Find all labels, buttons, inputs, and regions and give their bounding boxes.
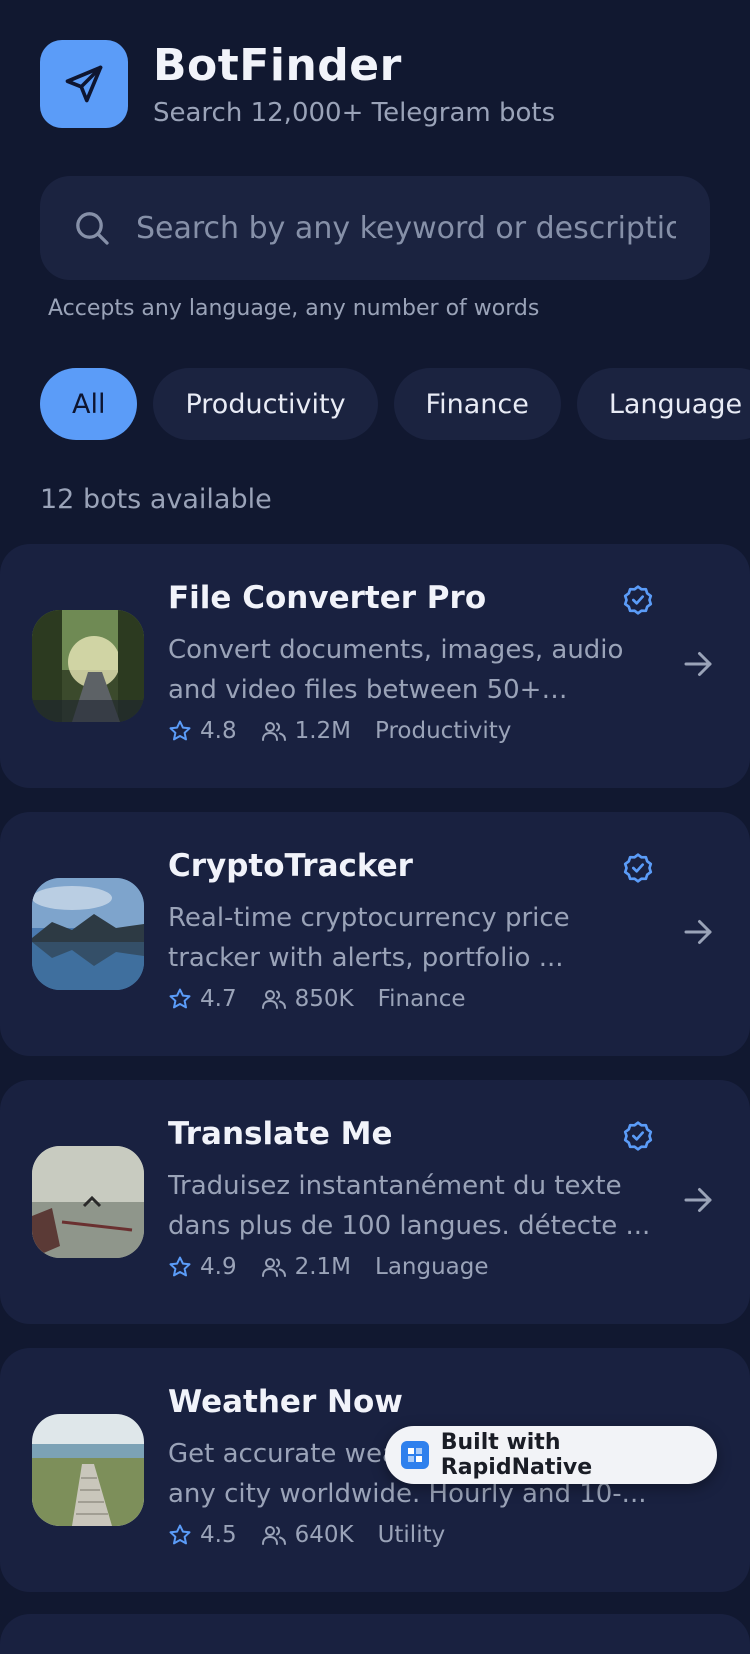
rapidnative-logo-icon xyxy=(401,1441,429,1469)
star-icon xyxy=(169,988,191,1009)
users-icon xyxy=(261,722,286,741)
users-icon xyxy=(261,1526,286,1545)
bot-rating: 4.7 xyxy=(200,986,237,1012)
bot-description: Real-time cryptocurrency price tracker w… xyxy=(168,903,570,973)
bot-name: CryptoTracker xyxy=(168,848,413,884)
bot-meta: 4.7 850K Finance xyxy=(168,986,490,1012)
bot-card[interactable]: File Converter Pro Convert documents, im… xyxy=(0,544,750,788)
bot-meta: 4.5 640K Utility xyxy=(168,1522,469,1548)
verified-icon xyxy=(623,585,653,615)
star-icon xyxy=(169,720,191,741)
bot-users: 640K xyxy=(294,1522,354,1548)
bot-meta: 4.8 1.2M Productivity xyxy=(168,718,535,744)
app-subtitle: Search 12,000+ Telegram bots xyxy=(153,98,556,128)
star-icon xyxy=(169,1256,191,1277)
users-icon xyxy=(261,1258,286,1277)
bot-category: Productivity xyxy=(375,718,512,744)
bot-users: 850K xyxy=(294,986,354,1012)
bot-card[interactable]: CryptoTracker Real-time cryptocurrency p… xyxy=(0,812,750,1056)
app-logo xyxy=(40,40,128,128)
verified-icon xyxy=(623,1121,653,1151)
bot-name: File Converter Pro xyxy=(168,580,487,616)
category-chip-all[interactable]: All xyxy=(40,368,138,440)
bot-category: Language xyxy=(375,1254,489,1280)
bot-thumbnail xyxy=(32,1146,144,1258)
bot-meta: 4.9 2.1M Language xyxy=(168,1254,513,1280)
bot-name: Translate Me xyxy=(168,1116,393,1152)
app-header: BotFinder Search 12,000+ Telegram bots xyxy=(40,40,555,128)
app-title: BotFinder xyxy=(153,40,402,91)
bot-thumbnail xyxy=(32,1414,144,1526)
bot-category: Finance xyxy=(377,986,466,1012)
search-input[interactable] xyxy=(134,209,678,247)
bot-description: Traduisez instantanément du texte dans p… xyxy=(168,1171,651,1241)
search-bar[interactable] xyxy=(40,176,710,280)
arrow-right-icon[interactable] xyxy=(680,914,716,950)
badge-label: Built with RapidNative xyxy=(440,1430,593,1480)
category-chip-language[interactable]: Language xyxy=(576,368,750,440)
bot-rating: 4.8 xyxy=(200,718,237,744)
bot-rating: 4.9 xyxy=(200,1254,237,1280)
category-chip-productivity[interactable]: Productivity xyxy=(153,368,378,440)
arrow-right-icon[interactable] xyxy=(680,1182,716,1218)
bot-rating: 4.5 xyxy=(200,1522,237,1548)
verified-icon xyxy=(623,853,653,883)
built-with-badge[interactable]: Built with RapidNative xyxy=(385,1426,717,1484)
bot-card[interactable]: Translate Me Traduisez instantanément du… xyxy=(0,1080,750,1324)
category-filter: All Productivity Finance Language xyxy=(40,368,750,440)
star-icon xyxy=(169,1524,191,1545)
bot-card-peek xyxy=(0,1614,750,1654)
bot-count: 12 bots available xyxy=(40,484,272,515)
bot-users: 1.2M xyxy=(294,718,351,744)
bot-category: Utility xyxy=(377,1522,446,1548)
bot-users: 2.1M xyxy=(294,1254,351,1280)
bot-description: Convert documents, images, audio and vid… xyxy=(168,635,624,705)
search-icon xyxy=(76,212,109,245)
bot-name: Weather Now xyxy=(168,1384,403,1420)
paper-plane-icon xyxy=(65,65,103,103)
search-hint: Accepts any language, any number of word… xyxy=(48,296,540,321)
bot-thumbnail xyxy=(32,878,144,990)
users-icon xyxy=(261,990,286,1009)
arrow-right-icon[interactable] xyxy=(680,646,716,682)
bot-thumbnail xyxy=(32,610,144,722)
category-chip-finance[interactable]: Finance xyxy=(393,368,561,440)
